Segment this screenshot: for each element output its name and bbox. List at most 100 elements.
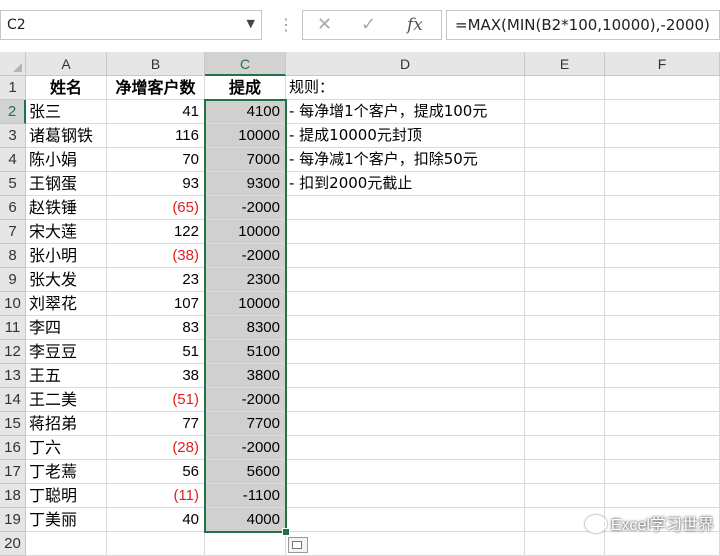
formula-input[interactable]: =MAX(MIN(B2*100,10000),-2000): [446, 10, 720, 40]
cell-commission[interactable]: -2000: [205, 196, 286, 220]
cell-commission[interactable]: 5100: [205, 340, 286, 364]
cell-clients[interactable]: 93: [107, 172, 205, 196]
cell-clients[interactable]: (38): [107, 244, 205, 268]
cell-empty[interactable]: [605, 532, 720, 556]
row-header-6[interactable]: 6: [0, 196, 26, 220]
cell-empty[interactable]: [286, 220, 525, 244]
cell-empty[interactable]: [605, 436, 720, 460]
cell-name[interactable]: 李四: [26, 316, 107, 340]
fill-handle[interactable]: [282, 528, 290, 536]
cell-empty[interactable]: [605, 364, 720, 388]
cell-empty[interactable]: [286, 196, 525, 220]
cell-clients[interactable]: 56: [107, 460, 205, 484]
cell-empty[interactable]: [286, 508, 525, 532]
column-header-e[interactable]: E: [525, 52, 605, 76]
cell-name[interactable]: 刘翠花: [26, 292, 107, 316]
cell-clients[interactable]: (11): [107, 484, 205, 508]
cell-empty[interactable]: [525, 76, 605, 100]
column-header-b[interactable]: B: [107, 52, 205, 76]
cell-name[interactable]: 丁美丽: [26, 508, 107, 532]
enter-check-icon[interactable]: ✓: [361, 14, 376, 35]
row-header-1[interactable]: 1: [0, 76, 26, 100]
row-header-7[interactable]: 7: [0, 220, 26, 244]
cell-commission[interactable]: -2000: [205, 388, 286, 412]
cell-name[interactable]: 丁老蔫: [26, 460, 107, 484]
cell-empty[interactable]: [525, 268, 605, 292]
cell-empty[interactable]: [525, 460, 605, 484]
row-header-11[interactable]: 11: [0, 316, 26, 340]
cell-empty[interactable]: [525, 244, 605, 268]
cell-clients[interactable]: 51: [107, 340, 205, 364]
cell-empty[interactable]: [525, 340, 605, 364]
cell-name[interactable]: 张小明: [26, 244, 107, 268]
cell-empty[interactable]: [286, 292, 525, 316]
cell-empty[interactable]: [286, 532, 525, 556]
cell-empty[interactable]: [605, 220, 720, 244]
column-header-d[interactable]: D: [286, 52, 525, 76]
cell-name[interactable]: 张大发: [26, 268, 107, 292]
name-box[interactable]: C2 ▼: [0, 10, 262, 40]
cell-empty[interactable]: [525, 148, 605, 172]
row-header-2[interactable]: 2: [0, 100, 26, 124]
cell-empty[interactable]: [605, 484, 720, 508]
cell-empty[interactable]: [525, 316, 605, 340]
cell-empty[interactable]: [605, 268, 720, 292]
cell-commission[interactable]: 9300: [205, 172, 286, 196]
cell-name[interactable]: 王钢蛋: [26, 172, 107, 196]
cell-clients[interactable]: 70: [107, 148, 205, 172]
cell-empty[interactable]: [286, 412, 525, 436]
cell-clients[interactable]: 40: [107, 508, 205, 532]
row-header-15[interactable]: 15: [0, 412, 26, 436]
column-header-c[interactable]: C: [205, 52, 286, 76]
cell-commission[interactable]: 3800: [205, 364, 286, 388]
cell-name[interactable]: 诸葛钢铁: [26, 124, 107, 148]
cell-name[interactable]: 陈小娟: [26, 148, 107, 172]
quick-analysis-icon[interactable]: [288, 537, 308, 553]
cell-name[interactable]: 宋大莲: [26, 220, 107, 244]
row-header-12[interactable]: 12: [0, 340, 26, 364]
cell-empty[interactable]: [286, 340, 525, 364]
cell-empty[interactable]: [525, 292, 605, 316]
cell-empty[interactable]: [525, 100, 605, 124]
cell-empty[interactable]: [286, 460, 525, 484]
cell-name[interactable]: 王五: [26, 364, 107, 388]
row-header-10[interactable]: 10: [0, 292, 26, 316]
cell-clients[interactable]: 116: [107, 124, 205, 148]
cell-commission[interactable]: 10000: [205, 292, 286, 316]
cell-name[interactable]: 赵铁锤: [26, 196, 107, 220]
cell-empty[interactable]: [26, 532, 107, 556]
cell-name[interactable]: 丁聪明: [26, 484, 107, 508]
cell-clients[interactable]: (65): [107, 196, 205, 220]
cell-commission[interactable]: 2300: [205, 268, 286, 292]
cell-name[interactable]: 丁六: [26, 436, 107, 460]
cell-empty[interactable]: [525, 172, 605, 196]
cell-empty[interactable]: [205, 532, 286, 556]
cell-empty[interactable]: [286, 436, 525, 460]
row-header-20[interactable]: 20: [0, 532, 26, 556]
cell-commission[interactable]: -2000: [205, 436, 286, 460]
cell-empty[interactable]: [605, 292, 720, 316]
row-header-5[interactable]: 5: [0, 172, 26, 196]
cell-clients[interactable]: 23: [107, 268, 205, 292]
cell-empty[interactable]: [605, 340, 720, 364]
cell-clients[interactable]: 122: [107, 220, 205, 244]
cell-empty[interactable]: [525, 436, 605, 460]
cell-commission[interactable]: 8300: [205, 316, 286, 340]
cell-name[interactable]: 李豆豆: [26, 340, 107, 364]
cell-empty[interactable]: [605, 388, 720, 412]
cell-empty[interactable]: [525, 220, 605, 244]
header-cell-name[interactable]: 姓名: [26, 76, 107, 100]
header-cell-clients[interactable]: 净增客户数: [107, 76, 205, 100]
cell-empty[interactable]: [605, 196, 720, 220]
cell-clients[interactable]: 83: [107, 316, 205, 340]
cell-empty[interactable]: [107, 532, 205, 556]
cell-empty[interactable]: [286, 244, 525, 268]
row-header-14[interactable]: 14: [0, 388, 26, 412]
row-header-9[interactable]: 9: [0, 268, 26, 292]
cell-empty[interactable]: [605, 148, 720, 172]
cell-commission[interactable]: 4000: [205, 508, 286, 532]
column-header-a[interactable]: A: [26, 52, 107, 76]
cell-clients[interactable]: (51): [107, 388, 205, 412]
cell-empty[interactable]: [525, 532, 605, 556]
cell-empty[interactable]: [605, 412, 720, 436]
